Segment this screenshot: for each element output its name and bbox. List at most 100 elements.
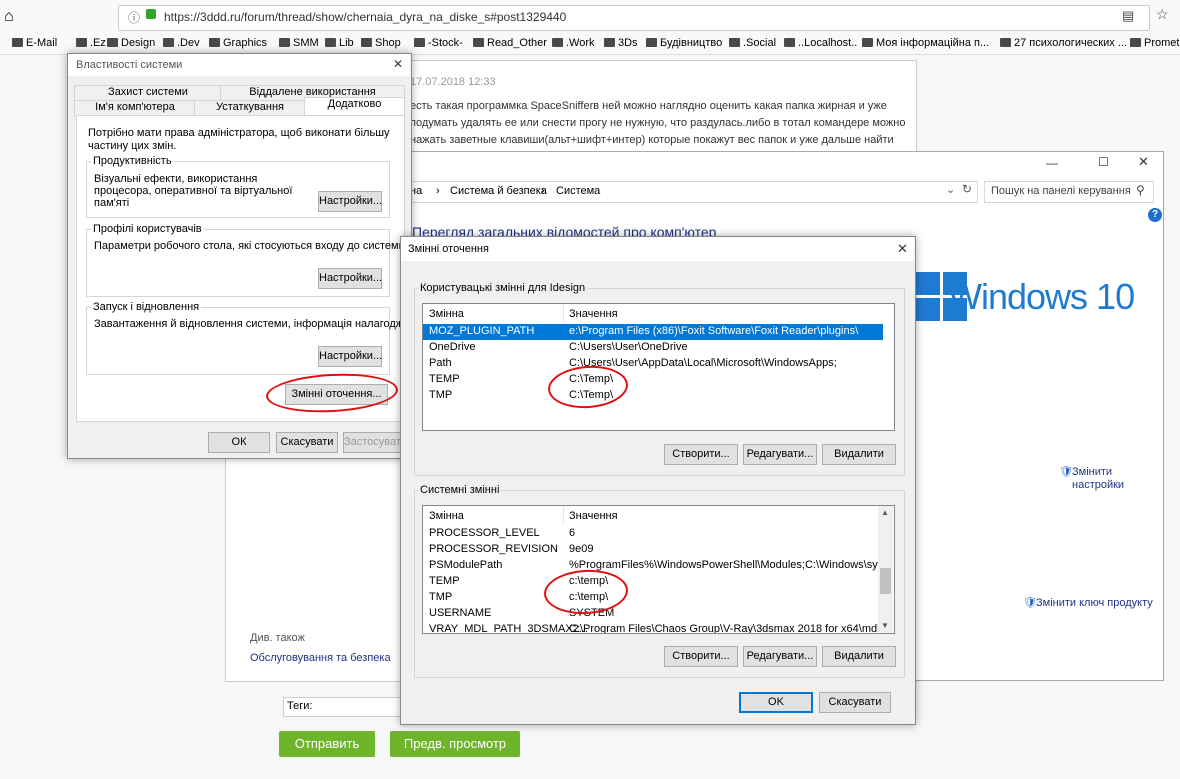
bookmark-label: Моя інформаційна п... xyxy=(876,37,990,49)
bookmark-item[interactable]: Prometh xyxy=(1130,37,1180,49)
scroll-down-icon[interactable]: ▼ xyxy=(881,621,889,630)
star-icon[interactable]: ☆ xyxy=(1156,6,1169,23)
maintenance-link[interactable]: Обслуговування та безпека xyxy=(250,652,391,664)
folder-icon xyxy=(729,38,740,47)
column-header-variable[interactable]: Змінна xyxy=(429,510,464,522)
search-placeholder: Пошук на панелі керування xyxy=(991,185,1131,197)
info-icon[interactable]: ⓘ xyxy=(128,9,140,26)
user-delete-button[interactable]: Видалити xyxy=(822,444,896,465)
column-header-value[interactable]: Значення xyxy=(569,510,618,522)
system-delete-button[interactable]: Видалити xyxy=(822,646,896,667)
table-row[interactable]: PROCESSOR_REVISION 9e09 xyxy=(423,542,883,558)
column-header-value[interactable]: Значення xyxy=(569,308,618,320)
breadcrumb-sep-icon: › xyxy=(541,185,545,197)
table-row[interactable]: TEMP C:\Temp\ xyxy=(423,372,883,388)
bookmark-label: -Stock- xyxy=(428,37,463,49)
apply-button[interactable]: Застосувати xyxy=(343,432,403,453)
folder-icon xyxy=(279,38,290,47)
system-new-button[interactable]: Створити... xyxy=(664,646,738,667)
bookmark-item[interactable]: Будівництво xyxy=(646,37,722,49)
folder-icon xyxy=(862,38,873,47)
bookmark-item[interactable]: .Dev xyxy=(163,37,200,49)
table-row[interactable]: MOZ_PLUGIN_PATH e:\Program Files (x86)\Fo… xyxy=(423,324,883,340)
preview-button[interactable]: Предв. просмотр xyxy=(390,731,520,757)
refresh-icon[interactable]: ↻ xyxy=(962,182,972,196)
variable-name: PSModulePath xyxy=(429,559,503,571)
folder-icon xyxy=(646,38,657,47)
variable-name: TEMP xyxy=(429,373,460,385)
bookmark-item[interactable]: Моя інформаційна п... xyxy=(862,37,989,49)
change-settings-link-2[interactable]: настройки xyxy=(1072,479,1124,491)
table-row[interactable]: USERNAME SYSTEM xyxy=(423,606,883,622)
tab-label: Устаткування xyxy=(216,101,284,113)
system-edit-button[interactable]: Редагувати... xyxy=(743,646,817,667)
tab-advanced[interactable]: Додатково xyxy=(304,97,405,116)
folder-icon xyxy=(361,38,372,47)
table-row[interactable]: TEMP c:\temp\ xyxy=(423,574,883,590)
table-row[interactable]: PSModulePath %ProgramFiles%\WindowsPowerS… xyxy=(423,558,883,574)
bookmark-item[interactable]: .Social xyxy=(729,37,776,49)
change-product-key-link[interactable]: Змінити ключ продукту xyxy=(1036,597,1153,609)
table-row[interactable]: TMP c:\temp\ xyxy=(423,590,883,606)
table-row[interactable]: PROCESSOR_LEVEL 6 xyxy=(423,526,883,542)
chevron-down-icon[interactable]: ⌄ xyxy=(946,183,955,196)
close-icon[interactable]: ✕ xyxy=(1138,154,1149,170)
search-icon[interactable]: ⚲ xyxy=(1136,183,1145,197)
user-vars-list[interactable]: Змінна Значення MOZ_PLUGIN_PATH e:\Progra… xyxy=(422,303,895,431)
help-icon[interactable]: ? xyxy=(1148,208,1162,222)
variable-name: TMP xyxy=(429,389,453,401)
bookmark-item[interactable]: Design xyxy=(107,37,155,49)
user-edit-button[interactable]: Редагувати... xyxy=(743,444,817,465)
bookmark-item[interactable]: Shop xyxy=(361,37,401,49)
bookmark-item[interactable]: Read_Other xyxy=(473,37,547,49)
startup-settings-button[interactable]: Настройки... xyxy=(318,346,382,367)
breadcrumb-item[interactable]: Система й безпека xyxy=(450,185,547,197)
bookmark-item[interactable]: .Ez xyxy=(76,37,106,49)
scrollbar-thumb[interactable] xyxy=(880,568,891,594)
submit-button[interactable]: Отправить xyxy=(279,731,375,757)
cancel-button[interactable]: Скасувати xyxy=(819,692,891,713)
scroll-up-icon[interactable]: ▲ xyxy=(881,508,889,517)
close-icon[interactable]: ✕ xyxy=(897,241,908,257)
performance-desc: Візуальні ефекти, використання процесора… xyxy=(94,173,293,209)
variable-name: Path xyxy=(429,357,452,369)
home-icon[interactable]: ⌂ xyxy=(4,8,14,26)
folder-icon xyxy=(414,38,425,47)
table-row[interactable]: VRAY_MDL_PATH_3DSMAX2... C:\Program Files… xyxy=(423,622,883,633)
bookmark-item[interactable]: Graphics xyxy=(209,37,267,49)
variable-value: C:\Users\User\AppData\Local\Microsoft\Wi… xyxy=(569,357,837,369)
bookmark-item[interactable]: 3Ds xyxy=(604,37,638,49)
bookmark-item[interactable]: Lib xyxy=(325,37,354,49)
table-row[interactable]: Path C:\Users\User\AppData\Local\Microsof… xyxy=(423,356,883,372)
url-text[interactable]: https://3ddd.ru/forum/thread/show/cherna… xyxy=(164,10,566,24)
table-row[interactable]: OneDrive C:\Users\User\OneDrive xyxy=(423,340,883,356)
bookmark-item[interactable]: SMM xyxy=(279,37,319,49)
performance-settings-button[interactable]: Настройки... xyxy=(318,191,382,212)
profiles-settings-button[interactable]: Настройки... xyxy=(318,268,382,289)
bookmark-item[interactable]: E-Mail xyxy=(12,37,57,49)
folder-icon xyxy=(12,38,23,47)
change-settings-link[interactable]: Змінити xyxy=(1072,466,1112,478)
variable-name: TEMP xyxy=(429,575,460,587)
system-vars-list[interactable]: Змінна Значення PROCESSOR_LEVEL 6 PROCESSO… xyxy=(422,505,895,634)
bookmark-item[interactable]: -Stock- xyxy=(414,37,463,49)
folder-icon xyxy=(1000,38,1011,47)
maximize-icon[interactable]: ☐ xyxy=(1098,155,1109,169)
column-divider xyxy=(563,506,564,524)
close-icon[interactable]: ✕ xyxy=(393,57,403,71)
bookmark-item[interactable]: ..Localhost.. xyxy=(784,37,857,49)
ok-button[interactable]: OK xyxy=(739,692,813,713)
minimize-icon[interactable]: — xyxy=(1046,156,1058,170)
column-header-variable[interactable]: Змінна xyxy=(429,308,464,320)
table-row[interactable]: TMP C:\Temp\ xyxy=(423,388,883,404)
bookmark-item[interactable]: 27 психологических ... xyxy=(1000,37,1127,49)
tags-label: Теги: xyxy=(287,700,313,712)
user-new-button[interactable]: Створити... xyxy=(664,444,738,465)
reader-view-icon[interactable]: ▤ xyxy=(1122,8,1134,24)
ok-button[interactable]: ОК xyxy=(208,432,270,453)
bookmark-item[interactable]: .Work xyxy=(552,37,595,49)
profiles-desc: Параметри робочого стола, які стосуються… xyxy=(94,240,405,252)
post-date: 17.07.2018 12:33 xyxy=(410,76,496,88)
cancel-button[interactable]: Скасувати xyxy=(276,432,338,453)
breadcrumb-item[interactable]: Система xyxy=(556,185,600,197)
